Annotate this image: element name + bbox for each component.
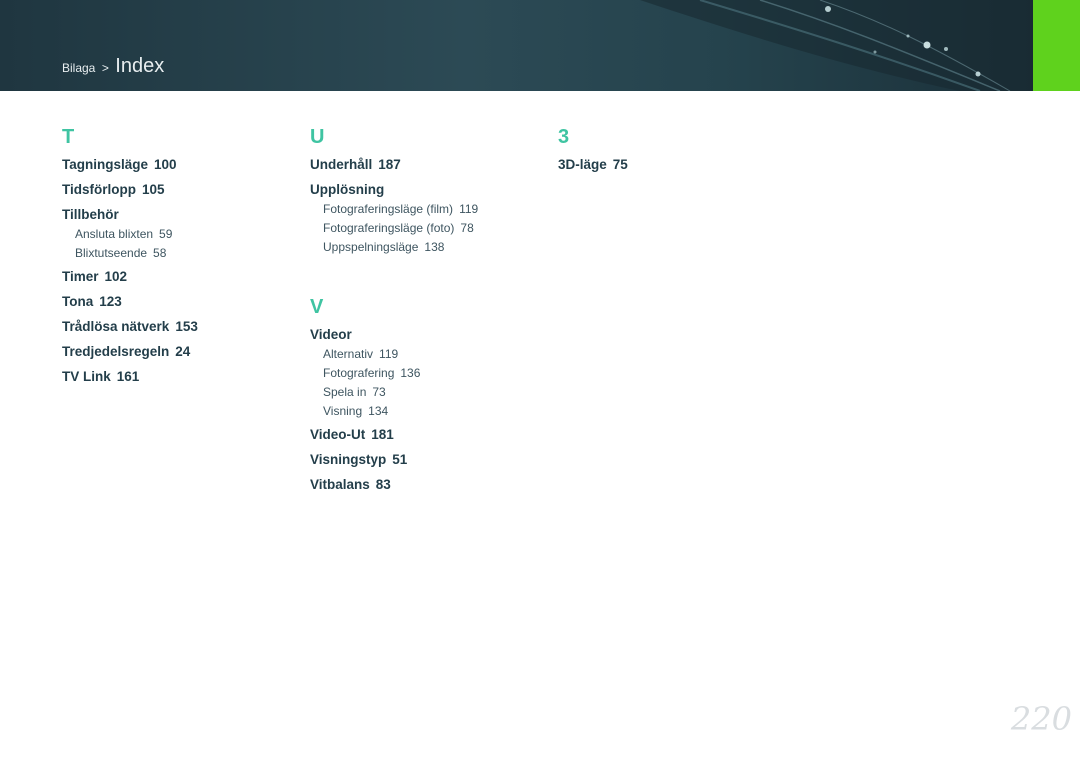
index-term: Visningstyp <box>310 452 387 467</box>
index-term: 3D-läge <box>558 157 607 172</box>
index-entry: Tidsförlopp 105 <box>62 181 302 206</box>
section-letter-v: V <box>310 296 324 318</box>
index-term: Upplösning <box>310 182 385 197</box>
index-subterm: Fotograferingsläge (foto) <box>323 221 455 235</box>
index-term: Vitbalans <box>310 477 370 492</box>
index-entry: Tagningsläge 100 <box>62 156 302 181</box>
page-ref[interactable]: 136 <box>400 366 420 380</box>
index-column-3: 3 3D-läge 75 <box>558 126 798 181</box>
index-term: Tagningsläge <box>62 157 149 172</box>
index-entry: Tillbehör <box>62 206 302 226</box>
page-ref[interactable]: 78 <box>460 221 473 235</box>
index-subentry: Blixtutseende 58 <box>62 245 302 264</box>
page-ref[interactable]: 181 <box>371 427 394 442</box>
page-ref[interactable]: 83 <box>376 477 391 492</box>
index-term: TV Link <box>62 369 111 384</box>
index-entry: Video-Ut 181 <box>310 426 550 451</box>
page-ref[interactable]: 102 <box>105 269 128 284</box>
breadcrumb-current: Index <box>115 55 165 77</box>
index-term: Tredjedelsregeln <box>62 344 170 359</box>
page-header-banner: Bilaga > Index <box>0 0 1033 91</box>
index-term: Timer <box>62 269 99 284</box>
page-ref[interactable]: 58 <box>153 246 166 260</box>
index-subterm: Blixtutseende <box>75 246 148 260</box>
index-subentry: Fotograferingsläge (foto) 78 <box>310 220 550 239</box>
chapter-tab <box>1033 0 1080 91</box>
page-ref[interactable]: 119 <box>459 202 478 216</box>
index-subentry: Visning 134 <box>310 403 550 422</box>
index-term: Video-Ut <box>310 427 366 442</box>
page-ref[interactable]: 75 <box>613 157 628 172</box>
index-entry: Underhåll 187 <box>310 156 550 181</box>
index-subentry: Alternativ 119 <box>310 346 550 365</box>
page-ref[interactable]: 105 <box>142 182 165 197</box>
index-entry: Tona 123 <box>62 293 302 318</box>
page-ref[interactable]: 73 <box>372 385 385 399</box>
index-term: Tillbehör <box>62 207 119 222</box>
index-subentry: Fotograferingsläge (film) 119 <box>310 201 550 220</box>
index-subentry: Spela in 73 <box>310 384 550 403</box>
page-ref[interactable]: 24 <box>175 344 190 359</box>
section-letter-u: U <box>310 126 325 148</box>
index-column-t: T Tagningsläge 100 Tidsförlopp 105 Tillbeh… <box>62 126 302 393</box>
page-ref[interactable]: 59 <box>159 227 172 241</box>
page-ref[interactable]: 153 <box>175 319 198 334</box>
breadcrumb: Bilaga > Index <box>62 55 164 78</box>
index-term: Trådlösa nätverk <box>62 319 170 334</box>
page-ref[interactable]: 123 <box>99 294 122 309</box>
index-subentry: Uppspelningsläge 138 <box>310 239 550 258</box>
page-ref[interactable]: 138 <box>424 240 444 254</box>
index-column-u-v: U Underhåll 187 Upplösning Fotograferings… <box>310 126 550 501</box>
index-subterm: Fotograferingsläge (film) <box>323 202 454 216</box>
index-entry: Timer 102 <box>62 268 302 293</box>
index-entry: Trådlösa nätverk 153 <box>62 318 302 343</box>
index-subterm: Alternativ <box>323 347 374 361</box>
page-ref[interactable]: 134 <box>368 404 388 418</box>
index-term: Tona <box>62 294 94 309</box>
page-number: 220 <box>1010 700 1072 738</box>
index-entry: TV Link 161 <box>62 368 302 393</box>
index-term: Underhåll <box>310 157 373 172</box>
page-ref[interactable]: 161 <box>117 369 140 384</box>
index-subterm: Spela in <box>323 385 367 399</box>
index-subterm: Ansluta blixten <box>75 227 154 241</box>
index-subterm: Visning <box>323 404 363 418</box>
page-ref[interactable]: 51 <box>392 452 407 467</box>
index-entry: Vitbalans 83 <box>310 476 550 501</box>
index-entry: Visningstyp 51 <box>310 451 550 476</box>
index-entry: 3D-läge 75 <box>558 156 798 181</box>
section-letter-3: 3 <box>558 126 570 148</box>
page-ref[interactable]: 100 <box>154 157 177 172</box>
index-entry: Tredjedelsregeln 24 <box>62 343 302 368</box>
breadcrumb-separator: > <box>101 61 109 75</box>
page-ref[interactable]: 187 <box>378 157 401 172</box>
page-ref[interactable]: 119 <box>379 347 398 361</box>
index-entry: Videor <box>310 326 550 346</box>
index-entry: Upplösning <box>310 181 550 201</box>
breadcrumb-parent[interactable]: Bilaga <box>62 61 95 75</box>
index-subterm: Fotografering <box>323 366 395 380</box>
index-subterm: Uppspelningsläge <box>323 240 419 254</box>
section-letter-t: T <box>62 126 75 148</box>
index-term: Tidsförlopp <box>62 182 136 197</box>
index-subentry: Ansluta blixten 59 <box>62 226 302 245</box>
index-subentry: Fotografering 136 <box>310 365 550 384</box>
index-term: Videor <box>310 327 352 342</box>
